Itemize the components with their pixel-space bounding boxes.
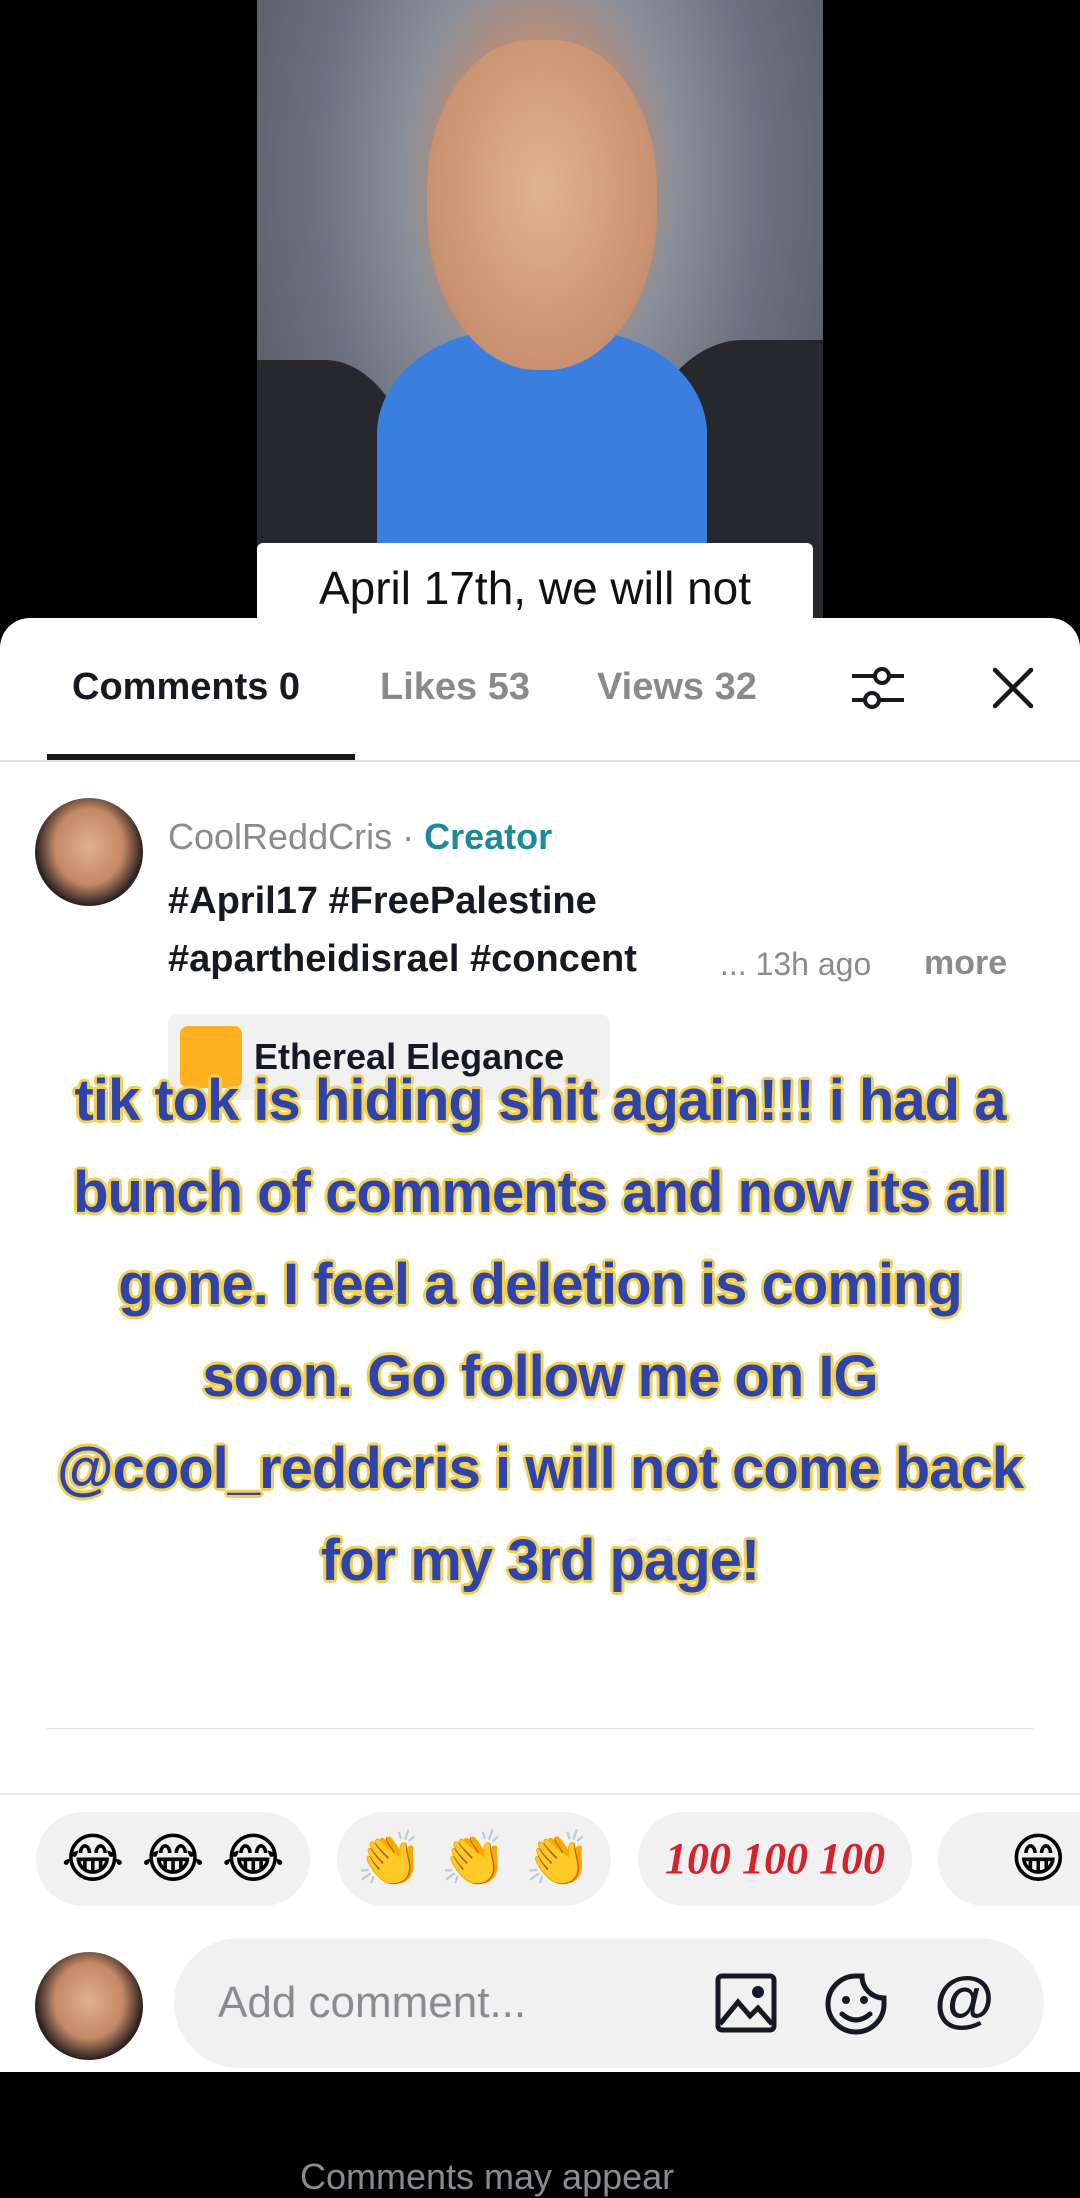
comment-timestamp: 13h ago xyxy=(755,946,872,982)
close-icon[interactable] xyxy=(985,660,1041,716)
comment-username[interactable]: CoolReddCris xyxy=(168,816,392,857)
reaction-laughing[interactable]: 😂 😂 😂 xyxy=(36,1812,310,1906)
tabs-divider xyxy=(0,760,1080,762)
reaction-grinning[interactable]: 😁 😁 xyxy=(938,1812,1080,1906)
video-player[interactable]: April 17th, we will not xyxy=(0,0,1080,640)
tab-comments[interactable]: Comments 0 xyxy=(72,666,300,709)
avatar xyxy=(35,1952,143,2060)
comments-notice: Comments may appear xyxy=(300,2156,675,2197)
comment-input[interactable] xyxy=(216,1972,700,2034)
creator-badge: Creator xyxy=(424,816,553,857)
tab-views[interactable]: Views 32 xyxy=(597,666,787,709)
comment-hashtags: #apartheidisrael #concent xyxy=(168,938,637,980)
comment-separator: · xyxy=(392,816,425,857)
overlay-text: tik tok is hiding shit again!!! i had a … xyxy=(57,1068,1024,1593)
image-icon[interactable] xyxy=(714,1972,778,2034)
bottom-divider xyxy=(0,1793,1080,1795)
emoji-sticker-icon[interactable] xyxy=(824,1972,888,2036)
mention-icon[interactable]: @ xyxy=(934,1964,994,2035)
video-figure-face xyxy=(427,40,657,370)
avatar[interactable] xyxy=(35,798,143,906)
comment-input-bar[interactable]: @ xyxy=(174,1938,1044,2068)
comment-text-line1[interactable]: #April17 #FreePalestine xyxy=(168,880,597,923)
filter-icon[interactable] xyxy=(848,658,908,718)
comment-header: CoolReddCris · Creator xyxy=(168,816,552,858)
comment-text-line2[interactable]: #apartheidisrael #concent xyxy=(168,938,708,981)
list-divider xyxy=(47,1728,1033,1729)
more-link[interactable]: more xyxy=(924,944,1007,983)
tab-likes[interactable]: Likes 53 xyxy=(380,666,530,709)
comment-time: ... 13h ago xyxy=(720,946,871,983)
sheet-tabs: Comments 0 Likes 53 Views 32 xyxy=(0,618,1080,760)
quick-reactions: 😂 😂 😂 👏 👏 👏 100 100 100 😁 😁 xyxy=(0,1812,1080,1908)
reaction-hundred[interactable]: 100 100 100 xyxy=(638,1812,912,1906)
reaction-clapping[interactable]: 👏 👏 👏 xyxy=(337,1812,611,1906)
comment-ellipsis: ... xyxy=(720,946,747,982)
